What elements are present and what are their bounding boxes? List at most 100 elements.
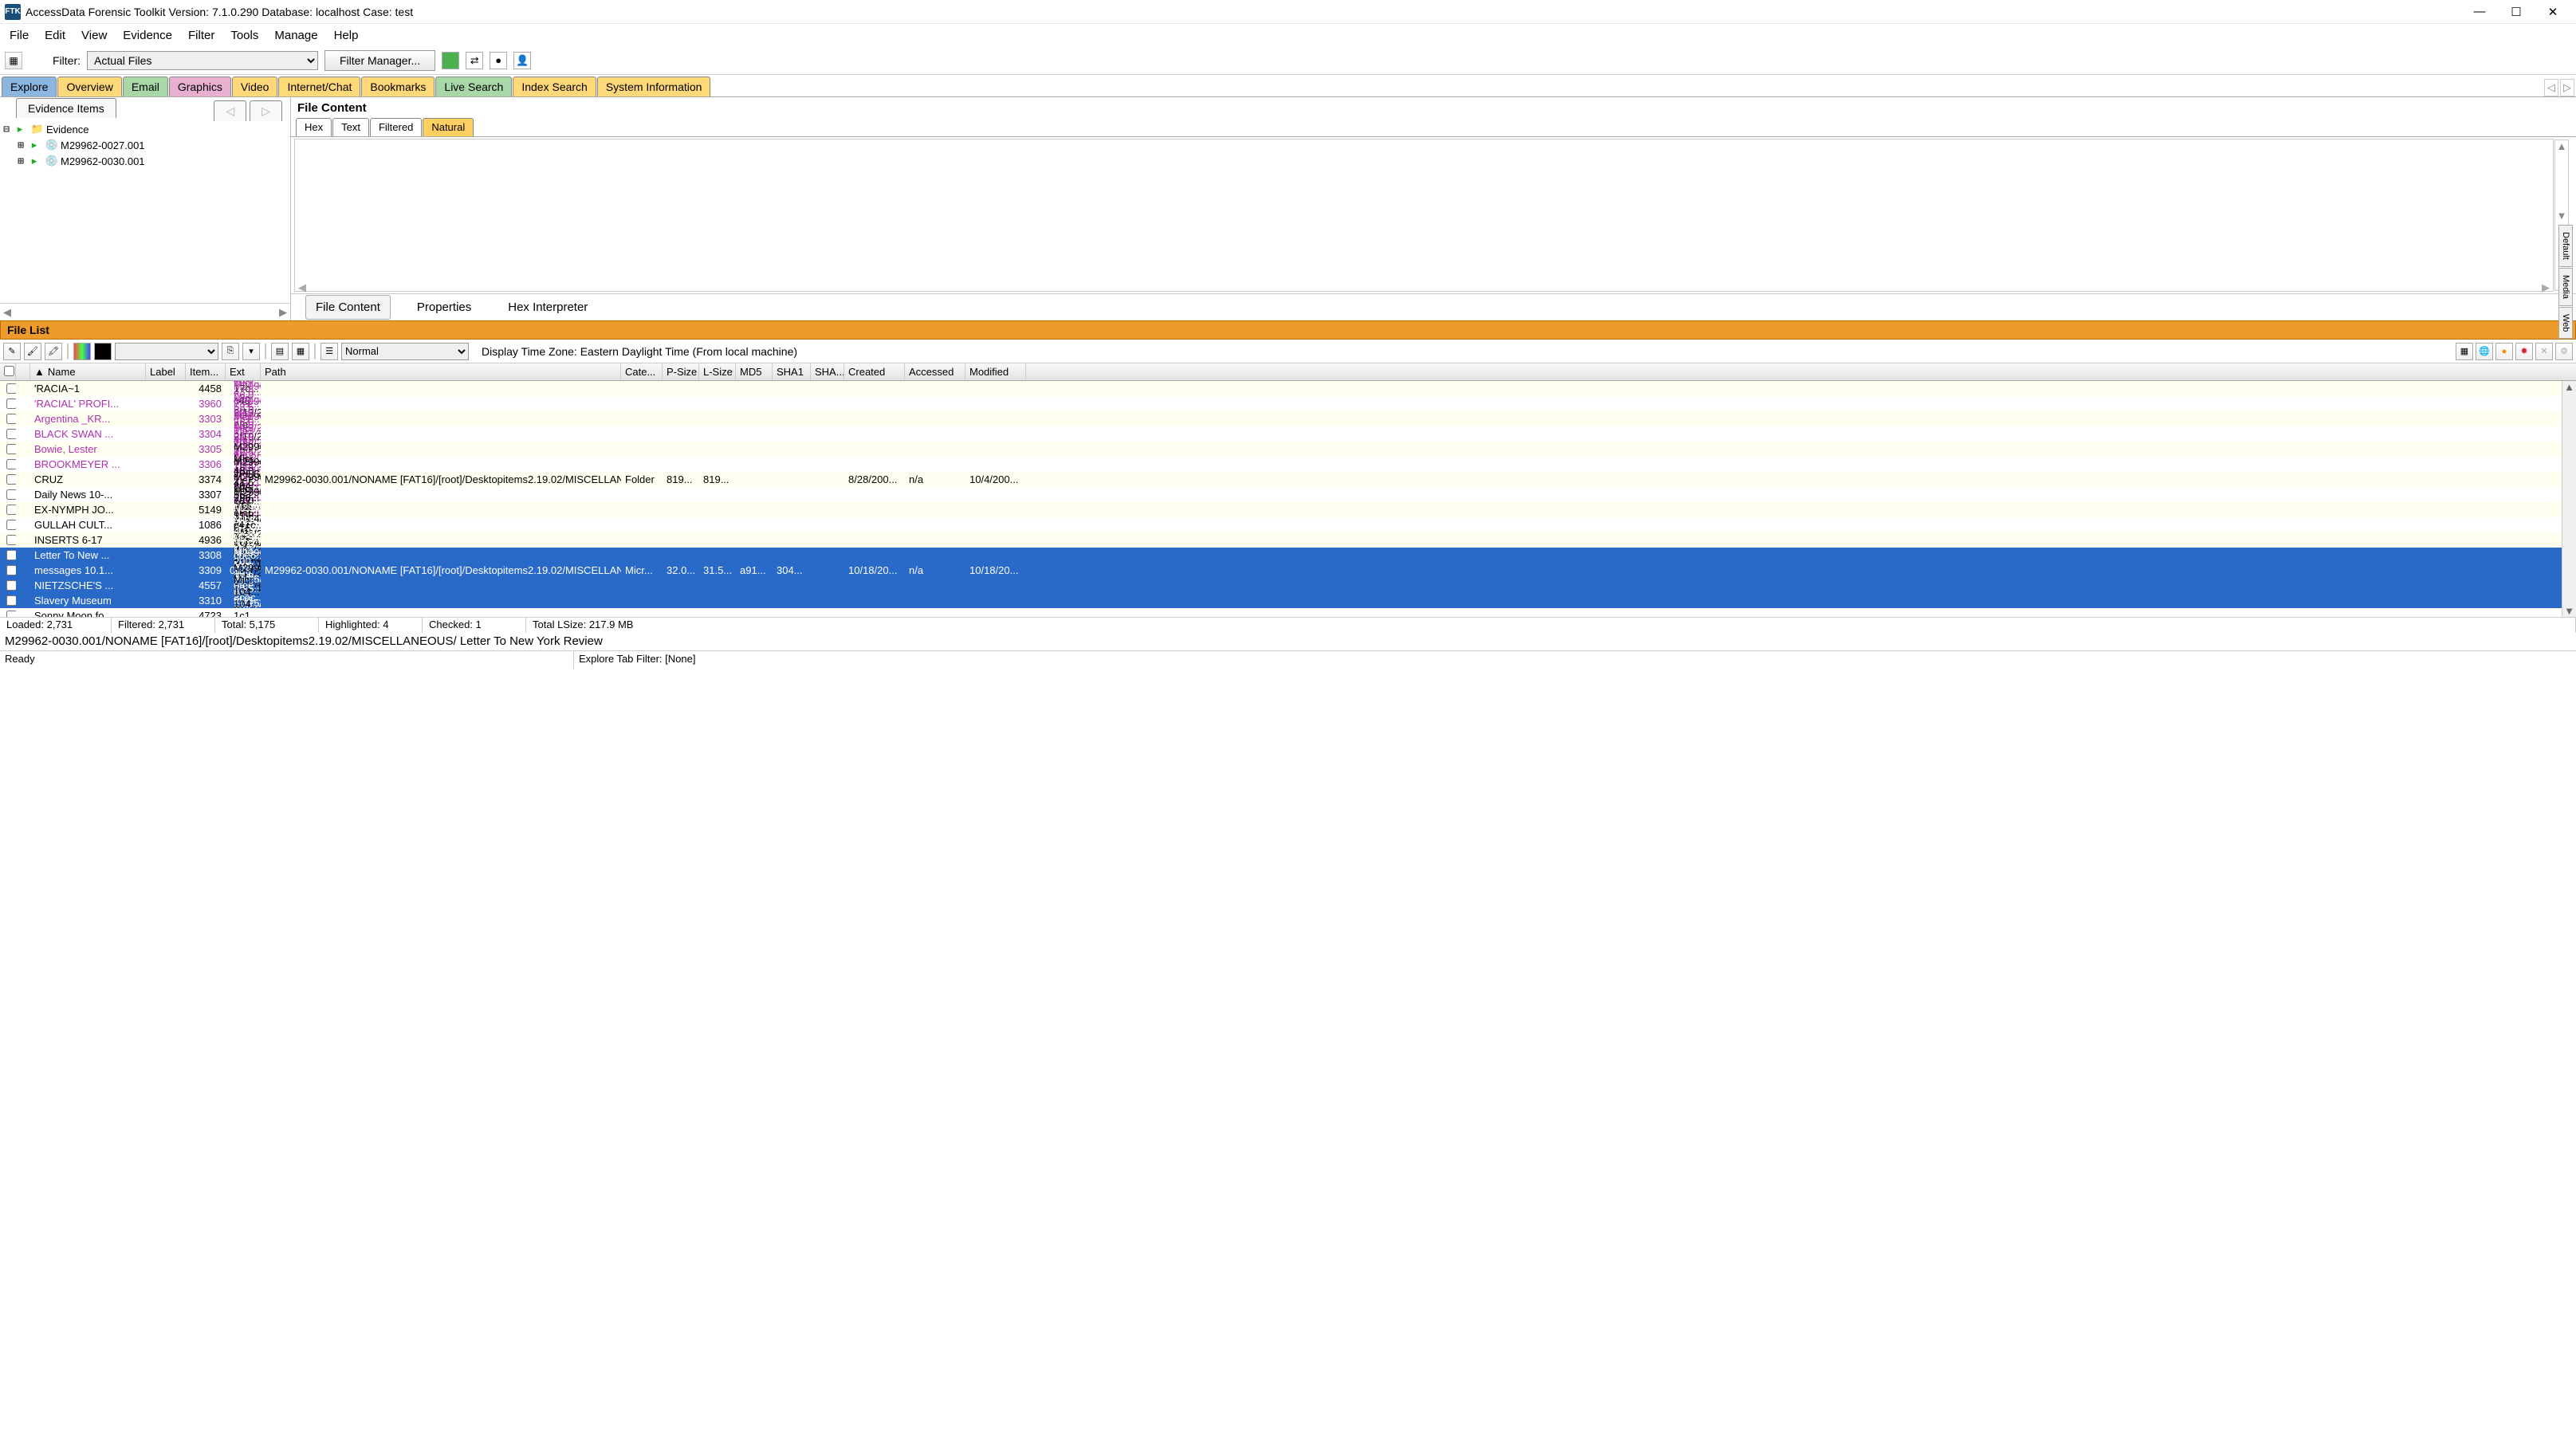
tree-child[interactable]: ⊞ ▸ 💿 M29962-0027.001 [2, 137, 289, 153]
col-sha2[interactable]: SHA... [811, 363, 844, 380]
table-row[interactable]: GULLAH CULT...1086M29962-0027.001/DEAD M… [0, 517, 2576, 532]
palette-icon[interactable] [73, 343, 91, 360]
tab-email[interactable]: Email [123, 77, 168, 96]
grid-icon[interactable]: ▦ [2456, 343, 2473, 360]
row-checkbox[interactable] [6, 489, 16, 500]
edit-icon[interactable]: ✎ [3, 343, 21, 360]
table-row[interactable]: Slavery Museum3310M29962-0030.001/NONAME… [0, 593, 2576, 608]
menu-help[interactable]: Help [328, 26, 365, 45]
tab-live-search[interactable]: Live Search [435, 77, 512, 96]
table-row[interactable]: CRUZ3374M29962-0030.001/NONAME [FAT16]/[… [0, 472, 2576, 487]
table-row[interactable]: Letter To New ...3308M29962-0030.001/NON… [0, 548, 2576, 563]
row-checkbox[interactable] [6, 429, 16, 439]
content-tab-natural[interactable]: Natural [423, 118, 474, 136]
content-tab-hex[interactable]: Hex [296, 118, 332, 136]
menu-filter[interactable]: Filter [182, 26, 221, 45]
evidence-tree[interactable]: ⊟ ▸ 📁 Evidence ⊞ ▸ 💿 M29962-0027.001 ⊞ ▸… [0, 118, 290, 303]
menu-manage[interactable]: Manage [268, 26, 324, 45]
table-row[interactable]: EX-NYMPH JO...5149M29962-0030.001/NONAME… [0, 502, 2576, 517]
toolbar-icon[interactable]: ▦ [5, 52, 22, 69]
green-square-icon[interactable] [442, 52, 459, 69]
person-icon[interactable]: 👤 [513, 52, 531, 69]
copy-icon[interactable]: ⎘ [222, 343, 239, 360]
table-row[interactable]: NIETZSCHE'S ...4557M29962-0030.001/NONAM… [0, 578, 2576, 593]
filter-manager-button[interactable]: Filter Manager... [324, 50, 435, 71]
grid-vertical-scrollbar[interactable]: ▲▼ [2562, 381, 2576, 617]
row-checkbox[interactable] [6, 444, 16, 454]
col-sha1[interactable]: SHA1 [773, 363, 811, 380]
globe-icon[interactable]: 🌐 [2476, 343, 2493, 360]
row-checkbox[interactable] [6, 595, 16, 606]
close-button[interactable]: ✕ [2535, 0, 2571, 24]
panel-prev-icon[interactable]: ◁ [214, 100, 246, 121]
table-row[interactable]: 'RACIAL' PROFI...3960M29962-0030.001/NON… [0, 396, 2576, 411]
row-checkbox[interactable] [6, 474, 16, 485]
tab-video[interactable]: Video [232, 77, 278, 96]
panel-next-icon[interactable]: ▷ [250, 100, 282, 121]
row-checkbox[interactable] [6, 414, 16, 424]
tab-bookmarks[interactable]: Bookmarks [361, 77, 435, 96]
expand-icon[interactable]: ⊞ [16, 155, 26, 167]
tab-next-icon[interactable]: ▷ [2560, 79, 2574, 96]
menu-evidence[interactable]: Evidence [116, 26, 179, 45]
scroll-right-icon[interactable]: ▶ [279, 306, 287, 319]
dropdown-icon[interactable]: ▾ [242, 343, 260, 360]
scroll-left-icon[interactable]: ◀ [3, 306, 11, 319]
panel-scroll-gutter[interactable]: ◀ ▶ [0, 303, 290, 320]
table-row[interactable]: Argentina _KR...3303M29962-0030.001/NONA… [0, 411, 2576, 426]
table-row[interactable]: Bowie, Lester3305M29962-0030.001/NONAME … [0, 442, 2576, 457]
row-checkbox[interactable] [6, 565, 16, 575]
filter-dropdown[interactable]: Actual Files [87, 51, 318, 70]
orange-circle-icon[interactable]: ● [2495, 343, 2513, 360]
table-row[interactable]: 'RACIA~14458M29962-0030.001/NONAME [FAT1… [0, 381, 2576, 396]
tab-index-search[interactable]: Index Search [513, 77, 596, 96]
bottom-tab-hex-interpreter[interactable]: Hex Interpreter [498, 295, 598, 320]
col-label[interactable]: Label [146, 363, 186, 380]
col-psize[interactable]: P-Size [663, 363, 699, 380]
tab-internet-chat[interactable]: Internet/Chat [278, 77, 360, 96]
tree-root[interactable]: ⊟ ▸ 📁 Evidence [2, 121, 289, 137]
red-dot-icon[interactable]: ● [490, 52, 507, 69]
maximize-button[interactable]: ☐ [2498, 0, 2535, 24]
gear-icon[interactable]: ⚙ [2555, 343, 2573, 360]
tab-graphics[interactable]: Graphics [169, 77, 231, 96]
arrows-icon[interactable]: ⇄ [466, 52, 483, 69]
pages-icon[interactable]: ▦ [292, 343, 309, 360]
table-row[interactable]: BLACK SWAN ...3304M29962-0030.001/NONAME… [0, 426, 2576, 442]
row-checkbox[interactable] [6, 550, 16, 560]
col-modified[interactable]: Modified [966, 363, 1026, 380]
side-tab-default[interactable]: Default [2558, 225, 2573, 267]
expand-icon[interactable]: ⊞ [16, 139, 26, 151]
col-ext[interactable]: Ext [226, 363, 261, 380]
row-checkbox[interactable] [6, 520, 16, 530]
grid-body[interactable]: 'RACIA~14458M29962-0030.001/NONAME [FAT1… [0, 381, 2576, 617]
row-checkbox[interactable] [6, 459, 16, 469]
paint-icon[interactable]: 🖌 [24, 343, 41, 360]
minimize-button[interactable]: — [2461, 0, 2498, 24]
table-row[interactable]: BROOKMEYER ...3306M29962-0030.001/NONAME… [0, 457, 2576, 472]
side-tab-media[interactable]: Media [2558, 268, 2573, 306]
collapse-icon[interactable]: ⊟ [2, 124, 11, 135]
list-icon[interactable]: ☰ [321, 343, 338, 360]
tab-explore[interactable]: Explore [2, 77, 57, 96]
row-checkbox[interactable] [6, 383, 16, 394]
col-md5[interactable]: MD5 [736, 363, 773, 380]
tab-overview[interactable]: Overview [57, 77, 121, 96]
table-row[interactable]: Daily News 10-...3307M29962-0030.001/NON… [0, 487, 2576, 502]
row-checkbox[interactable] [6, 399, 16, 409]
row-checkbox[interactable] [6, 505, 16, 515]
normal-dropdown[interactable]: Normal [341, 343, 469, 360]
col-created[interactable]: Created [844, 363, 905, 380]
table-row[interactable]: messages 10.1...330901M29962-0030.001/NO… [0, 563, 2576, 578]
viewer-horizontal-scrollbar[interactable]: ◀▶ [295, 281, 2553, 293]
menu-edit[interactable]: Edit [38, 26, 72, 45]
evidence-items-tab[interactable]: Evidence Items [16, 98, 116, 118]
tab-prev-icon[interactable]: ◁ [2544, 79, 2558, 96]
menu-file[interactable]: File [3, 26, 35, 45]
brush-icon[interactable]: 🖍 [45, 343, 62, 360]
tab-system-information[interactable]: System Information [597, 77, 711, 96]
content-tab-text[interactable]: Text [332, 118, 369, 136]
col-name[interactable]: ▲ Name [30, 363, 146, 380]
content-viewer[interactable]: ▲▼▼ ◀▶ [294, 139, 2554, 292]
red-gear-icon[interactable]: ✸ [2515, 343, 2533, 360]
